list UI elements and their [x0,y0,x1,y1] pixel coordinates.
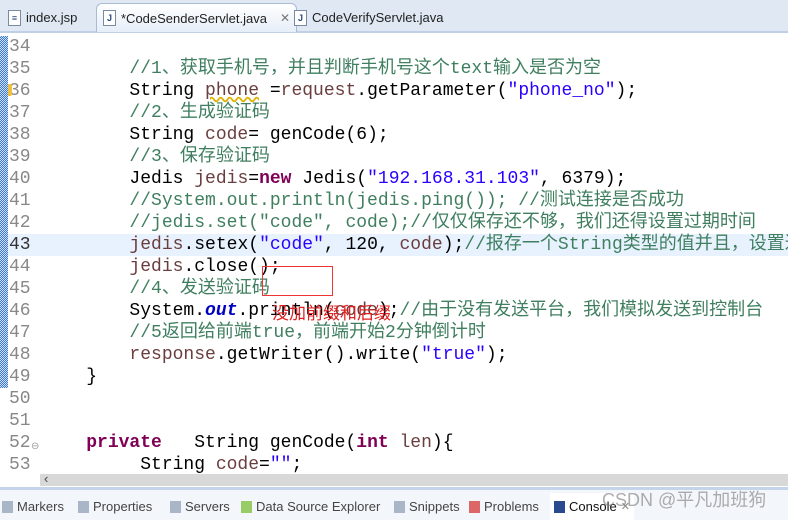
line-number: 44 [9,257,31,277]
tab-code-sender-servlet[interactable]: J *CodeSenderServlet.java ✕ [96,3,298,32]
problems-icon [469,500,480,513]
code-line[interactable]: 48 response.getWriter().write("true"); [0,344,788,366]
tab-servers[interactable]: Servers [170,499,230,514]
code-line[interactable]: 53 String code=""; [0,454,788,474]
line-number: 38 [9,125,31,145]
code-line[interactable]: 40 Jedis jedis=new Jedis("192.168.31.103… [0,168,788,190]
code-text: //5返回给前端true，前端开始2分钟倒计时 [129,323,486,343]
line-number: 40 [9,169,31,189]
line-number: 46 [9,301,31,321]
line-number: 43 [9,235,31,255]
database-icon [241,500,252,513]
code-editor[interactable]: 34 35 //1、获取手机号，并且判断手机号这个text输入是否为空 36 Str… [0,33,788,474]
line-number: 39 [9,147,31,167]
code-line[interactable]: 43 jedis.setex("code", 120, code);//报存一个… [0,234,788,256]
code-text: String phone =request.getParameter("phon… [43,81,638,101]
console-icon [554,500,565,513]
properties-icon [78,500,89,513]
code-text: String code=""; [43,455,303,474]
tab-properties[interactable]: Properties [78,499,152,514]
code-line[interactable]: 44 jedis.close(); [0,256,788,278]
code-line[interactable]: 36 String phone =request.getParameter("p… [0,80,788,102]
line-number: 35 [9,59,31,79]
line-number: 41 [9,191,31,211]
highlight-box [262,266,333,296]
code-line[interactable]: 42 //jedis.set("code", code);//仅仅保存还不够，我… [0,212,788,234]
code-text: //4、发送验证码 [129,279,270,299]
code-line[interactable]: 35 //1、获取手机号，并且判断手机号这个text输入是否为空 [0,58,788,80]
line-number: 34 [9,37,31,57]
code-line[interactable]: 37 //2、生成验证码 [0,102,788,124]
annotation-text: 没加前缀和后缀 [272,304,391,324]
code-text: //System.out.println(jedis.ping()); //测试… [129,191,684,211]
line-number: 37 [9,103,31,123]
code-line[interactable]: 47 //5返回给前端true，前端开始2分钟倒计时 [0,322,788,344]
watermark: CSDN @平凡加班狗 [602,490,767,510]
code-text: //2、生成验证码 [129,103,270,123]
code-line[interactable]: 51 [0,410,788,432]
code-text: String code= genCode(6); [43,125,389,145]
line-number: 48 [9,345,31,365]
code-text: Jedis jedis=new Jedis("192.168.31.103", … [43,169,627,189]
code-text: private String genCode(int len){ [86,433,454,453]
code-text: jedis.setex("code", 120, code);//报存一个Str… [129,235,788,255]
code-text: //3、保存验证码 [129,147,270,167]
horizontal-scrollbar[interactable]: ‹ [40,471,788,486]
java-file-icon: J [103,10,116,26]
code-line[interactable]: 52 ⊖ private String genCode(int len){ [0,432,788,454]
code-line[interactable]: 34 [0,36,788,58]
code-line[interactable]: 50 [0,388,788,410]
code-line[interactable]: 39 //3、保存验证码 [0,146,788,168]
code-text: } [43,367,98,387]
snippets-icon [394,500,405,513]
tab-data-source-explorer[interactable]: Data Source Explorer [241,499,380,514]
line-number: 53 [9,455,31,474]
code-line[interactable]: 38 String code= genCode(6); [0,124,788,146]
tab-code-verify-servlet[interactable]: J CodeVerifyServlet.java [288,5,450,30]
markers-icon [2,500,13,513]
tab-index-jsp[interactable]: ≡ index.jsp [2,5,83,30]
code-line[interactable]: 41 //System.out.println(jedis.ping()); /… [0,190,788,212]
servers-icon [170,500,181,513]
editor-tabs: ≡ index.jsp J *CodeSenderServlet.java ✕ J Co… [0,0,788,33]
code-line[interactable]: 45 //4、发送验证码 [0,278,788,300]
change-indicator-bar [0,36,8,388]
code-line[interactable]: 49 } [0,366,788,388]
code-text: //jedis.set("code", code);//仅仅保存还不够，我们还得… [129,213,756,233]
tab-markers[interactable]: Markers [2,499,64,514]
tab-snippets[interactable]: Snippets [394,499,460,514]
code-text: //1、获取手机号，并且判断手机号这个text输入是否为空 [129,59,602,79]
line-number: 51 [9,411,31,431]
code-text: response.getWriter().write("true"); [129,345,508,365]
line-number: 45 [9,279,31,299]
java-file-icon: J [294,9,307,26]
scroll-left-icon[interactable]: ‹ [44,471,48,486]
line-number: 47 [9,323,31,343]
line-number: 50 [9,389,31,409]
jsp-file-icon: ≡ [8,9,21,26]
code-text: jedis.close(); [129,257,281,277]
code-text: System.out.println(code);//由于没有发送平台，我们模拟… [43,301,764,321]
tab-problems[interactable]: Problems [469,499,539,514]
code-line[interactable]: 46 System.out.println(code);//由于没有发送平台，我… [0,300,788,322]
line-number: 36 [9,81,31,101]
line-number: 42 [9,213,31,233]
line-number: 49 [9,367,31,387]
